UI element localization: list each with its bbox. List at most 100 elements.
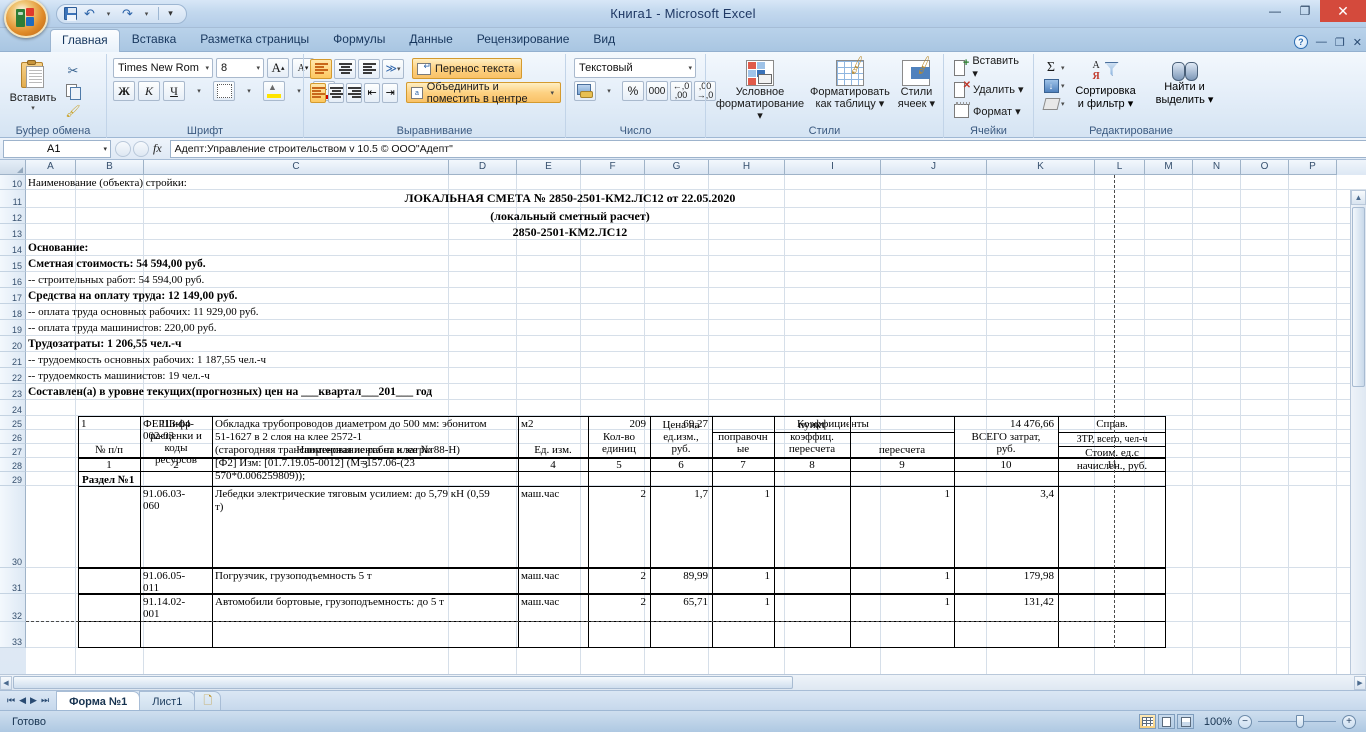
grow-font-button[interactable]: A ▴ bbox=[267, 58, 289, 78]
column-header-P[interactable]: P bbox=[1289, 160, 1337, 175]
format-painter-button[interactable]: 🖌 bbox=[62, 101, 84, 120]
column-header-K[interactable]: K bbox=[987, 160, 1095, 175]
name-box[interactable]: A1 ▾ bbox=[3, 139, 111, 158]
copy-button[interactable] bbox=[62, 81, 84, 100]
wrap-text-button[interactable]: Перенос текста bbox=[412, 58, 522, 79]
row-header-29[interactable]: 29 bbox=[0, 472, 26, 486]
tab-data[interactable]: Данные bbox=[397, 28, 464, 51]
formula-input[interactable]: Адепт:Управление строительством v 10.5 ©… bbox=[169, 139, 1366, 158]
column-header-M[interactable]: M bbox=[1145, 160, 1193, 175]
row-header-17[interactable]: 17 bbox=[0, 288, 26, 304]
align-left-button[interactable] bbox=[310, 82, 327, 103]
decrease-indent-button[interactable]: ⇤ bbox=[364, 82, 381, 103]
cut-button[interactable]: ✂ bbox=[62, 61, 84, 80]
currency-button[interactable] bbox=[574, 81, 596, 101]
sheet-canvas[interactable]: Наименование (объекта) стройки: ЛОКАЛЬНАЯ… bbox=[26, 175, 1366, 674]
format-as-table-button[interactable]: 🖌 Форматировать как таблицу ▾ bbox=[808, 54, 892, 110]
number-format-combo[interactable]: Текстовый ▾ bbox=[574, 58, 696, 78]
column-header-F[interactable]: F bbox=[581, 160, 645, 175]
zoom-slider[interactable] bbox=[1258, 715, 1336, 728]
first-sheet-button[interactable]: ⏮ bbox=[7, 695, 15, 706]
zoom-out-button[interactable]: − bbox=[1238, 714, 1252, 729]
zoom-level-label[interactable]: 100% bbox=[1200, 716, 1232, 728]
row-header-27[interactable]: 27 bbox=[0, 444, 26, 458]
column-header-O[interactable]: O bbox=[1241, 160, 1289, 175]
insert-sheet-button[interactable]: 🗋 bbox=[194, 691, 222, 710]
row-header-11[interactable]: 11 bbox=[0, 190, 26, 208]
conditional-formatting-button[interactable]: Условное форматирование ▾ bbox=[714, 58, 806, 122]
zoom-slider-thumb[interactable] bbox=[1296, 715, 1304, 728]
close-button[interactable]: ✕ bbox=[1320, 0, 1366, 22]
sheet-tab-list1[interactable]: Лист1 bbox=[139, 691, 196, 710]
chevron-down-icon[interactable]: ▾ bbox=[1061, 64, 1065, 72]
clear-button[interactable] bbox=[1042, 95, 1060, 112]
row-header-33[interactable]: 33 bbox=[0, 622, 26, 648]
column-header-D[interactable]: D bbox=[449, 160, 517, 175]
row-header-26[interactable]: 26 bbox=[0, 430, 26, 444]
align-middle-button[interactable] bbox=[334, 58, 356, 79]
last-sheet-button[interactable]: ⏭ bbox=[41, 695, 49, 706]
row-header-20[interactable]: 20 bbox=[0, 336, 26, 352]
borders-dropdown[interactable]: ▾ bbox=[238, 81, 260, 101]
column-header-B[interactable]: B bbox=[76, 160, 144, 175]
bold-button[interactable]: Ж bbox=[113, 81, 135, 101]
font-name-combo[interactable]: Times New Rom ▾ bbox=[113, 58, 213, 78]
row-header-13[interactable]: 13 bbox=[0, 224, 26, 240]
tab-formulas[interactable]: Формулы bbox=[321, 28, 397, 51]
vertical-scrollbar[interactable]: ▲ bbox=[1350, 190, 1366, 674]
underline-dropdown[interactable]: ▾ bbox=[188, 81, 210, 101]
row-header-19[interactable]: 19 bbox=[0, 320, 26, 336]
row-header-30[interactable]: 30 bbox=[0, 486, 26, 568]
align-center-button[interactable] bbox=[328, 82, 345, 103]
find-select-button[interactable]: Найти и выделить ▾ bbox=[1147, 58, 1223, 106]
page-layout-view-button[interactable] bbox=[1158, 714, 1175, 729]
insert-cells-button[interactable]: Вставить ▾ bbox=[950, 55, 1029, 80]
row-header-12[interactable]: 12 bbox=[0, 208, 26, 224]
tab-page-layout[interactable]: Разметка страницы bbox=[188, 28, 321, 51]
column-header-G[interactable]: G bbox=[645, 160, 709, 175]
orientation-button[interactable]: ≫ ▾ bbox=[382, 58, 404, 79]
chevron-down-icon[interactable]: ▾ bbox=[1061, 82, 1065, 90]
vertical-scroll-thumb[interactable] bbox=[1352, 207, 1365, 387]
restore-button[interactable]: ❐ bbox=[1290, 0, 1320, 22]
cancel-entry-button[interactable] bbox=[115, 140, 131, 157]
column-header-H[interactable]: H bbox=[709, 160, 785, 175]
align-bottom-button[interactable] bbox=[358, 58, 380, 79]
autosum-button[interactable]: Σ bbox=[1042, 59, 1060, 76]
prev-sheet-button[interactable]: ◀ bbox=[19, 695, 26, 706]
page-break-view-button[interactable] bbox=[1177, 714, 1194, 729]
borders-button[interactable] bbox=[213, 81, 235, 101]
next-sheet-button[interactable]: ▶ bbox=[30, 695, 37, 706]
fill-button[interactable]: ↓ bbox=[1042, 77, 1060, 94]
row-header-22[interactable]: 22 bbox=[0, 368, 26, 384]
scroll-right-button[interactable]: ▶ bbox=[1354, 675, 1366, 690]
ribbon-restore-button[interactable]: ❐ bbox=[1335, 36, 1345, 49]
tab-home[interactable]: Главная bbox=[50, 29, 120, 52]
tab-view[interactable]: Вид bbox=[581, 28, 627, 51]
row-header-24[interactable]: 24 bbox=[0, 400, 26, 416]
column-header-C[interactable]: C bbox=[144, 160, 449, 175]
underline-button[interactable]: Ч bbox=[163, 81, 185, 101]
row-header-23[interactable]: 23 bbox=[0, 384, 26, 400]
sort-filter-button[interactable]: AЯ Сортировка и фильтр ▾ bbox=[1068, 58, 1144, 110]
scroll-left-button[interactable]: ◀ bbox=[0, 675, 12, 690]
row-header-28[interactable]: 28 bbox=[0, 458, 26, 472]
row-header-16[interactable]: 16 bbox=[0, 272, 26, 288]
currency-dropdown[interactable]: ▾ bbox=[598, 81, 620, 101]
align-right-button[interactable] bbox=[346, 82, 363, 103]
row-header-31[interactable]: 31 bbox=[0, 568, 26, 594]
normal-view-button[interactable] bbox=[1139, 714, 1156, 729]
row-header-14[interactable]: 14 bbox=[0, 240, 26, 256]
percent-button[interactable]: % bbox=[622, 81, 644, 101]
merge-center-button[interactable]: a Объединить и поместить в центре ▾ bbox=[406, 81, 562, 105]
row-header-10[interactable]: 10 bbox=[0, 175, 26, 190]
horizontal-scroll-thumb[interactable] bbox=[13, 676, 793, 689]
ribbon-minimize-button[interactable]: — bbox=[1316, 36, 1327, 48]
row-header-32[interactable]: 32 bbox=[0, 594, 26, 622]
help-icon[interactable]: ? bbox=[1293, 35, 1308, 49]
tab-insert[interactable]: Вставка bbox=[120, 28, 189, 51]
insert-function-icon[interactable]: fx bbox=[151, 141, 166, 156]
cell-styles-button[interactable]: 🖌 Стили ячеек ▾ bbox=[894, 54, 939, 110]
select-all-button[interactable] bbox=[0, 160, 26, 175]
sheet-tab-forma-1[interactable]: Форма №1 bbox=[56, 691, 141, 710]
